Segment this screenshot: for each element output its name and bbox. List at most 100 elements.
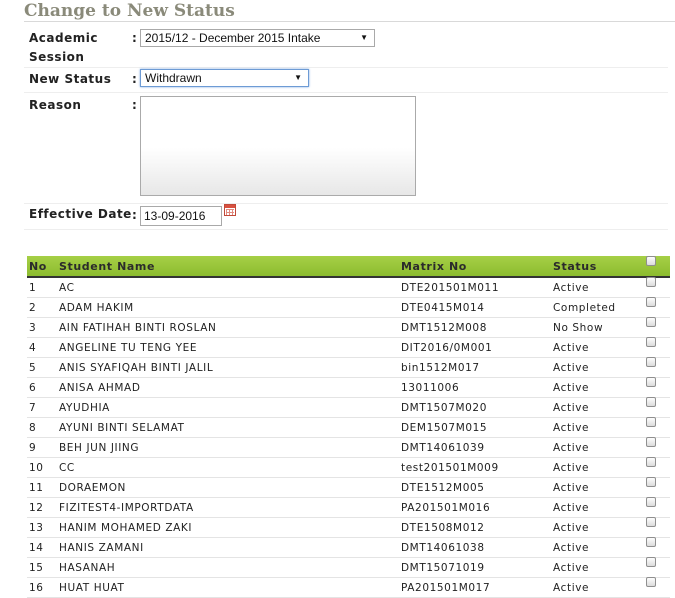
row-status: No Show: [553, 317, 645, 338]
row-no: 1: [27, 277, 59, 298]
row-checkbox[interactable]: [646, 577, 656, 587]
row-matrix-no: PA201501M016: [401, 497, 553, 518]
row-no: 2: [27, 297, 59, 318]
row-student-name: AYUDHIA: [59, 397, 401, 418]
row-matrix-no: DTE1512M005: [401, 477, 553, 498]
row-student-name: ADAM HAKIM: [59, 297, 401, 318]
row-matrix-no: bin1512M017: [401, 357, 553, 378]
header-matrix-no: Matrix No: [401, 256, 553, 278]
academic-session-select[interactable]: 2015/12 - December 2015 Intake ▼: [140, 29, 375, 47]
row-status: Active: [553, 577, 645, 598]
row-select-cell: [645, 417, 670, 438]
row-select-cell: [645, 497, 670, 518]
table-row: 6 ANISA AHMAD 13011006 Active: [27, 377, 670, 398]
row-status: Active: [553, 557, 645, 578]
row-no: 6: [27, 377, 59, 398]
row-select-cell: [645, 517, 670, 538]
table-row: 14 HANIS ZAMANI DMT14061038 Active: [27, 537, 670, 558]
row-student-name: AC: [59, 277, 401, 298]
dropdown-arrow-icon: ▼: [360, 33, 368, 42]
select-all-checkbox[interactable]: [646, 255, 656, 266]
row-student-name: AIN FATIHAH BINTI ROSLAN: [59, 317, 401, 338]
row-student-name: ANISA AHMAD: [59, 377, 401, 398]
row-select-cell: [645, 437, 670, 458]
academic-session-value: 2015/12 - December 2015 Intake: [145, 31, 321, 45]
effective-date-input[interactable]: 13-09-2016: [140, 206, 222, 226]
row-student-name: FIZITEST4-IMPORTDATA: [59, 497, 401, 518]
row-matrix-no: DMT15071019: [401, 557, 553, 578]
row-checkbox[interactable]: [646, 317, 656, 327]
header-select-all: [645, 255, 670, 278]
row-select-cell: [645, 477, 670, 498]
colon: :: [132, 72, 137, 86]
effective-date-row: Effective Date : 13-09-2016: [24, 204, 668, 230]
row-checkbox[interactable]: [646, 417, 656, 427]
row-matrix-no: DMT14061038: [401, 537, 553, 558]
student-table: No Student Name Matrix No Status 1 AC DTE2…: [27, 255, 670, 598]
table-row: 16 HUAT HUAT PA201501M017 Active: [27, 577, 670, 598]
row-select-cell: [645, 337, 670, 358]
row-status: Active: [553, 497, 645, 518]
row-checkbox[interactable]: [646, 517, 656, 527]
row-matrix-no: DTE0415M014: [401, 297, 553, 318]
calendar-icon[interactable]: [224, 204, 236, 216]
row-checkbox[interactable]: [646, 497, 656, 507]
row-checkbox[interactable]: [646, 277, 656, 287]
colon: :: [132, 208, 137, 222]
table-row: 8 AYUNI BINTI SELAMAT DEM1507M015 Active: [27, 417, 670, 438]
row-status: Active: [553, 477, 645, 498]
row-select-cell: [645, 277, 670, 298]
row-matrix-no: DMT1507M020: [401, 397, 553, 418]
row-select-cell: [645, 297, 670, 318]
table-row: 1 AC DTE201501M011 Active: [27, 277, 670, 298]
row-select-cell: [645, 577, 670, 598]
row-student-name: AYUNI BINTI SELAMAT: [59, 417, 401, 438]
new-status-label: New Status: [29, 72, 112, 86]
new-status-value: Withdrawn: [145, 71, 202, 85]
row-status: Active: [553, 457, 645, 478]
header-no: No: [27, 256, 59, 278]
row-matrix-no: 13011006: [401, 377, 553, 398]
row-no: 4: [27, 337, 59, 358]
row-student-name: ANIS SYAFIQAH BINTI JALIL: [59, 357, 401, 378]
reason-textarea[interactable]: [140, 96, 416, 196]
new-status-row: New Status : Withdrawn ▼: [24, 68, 668, 93]
table-row: 3 AIN FATIHAH BINTI ROSLAN DMT1512M008 No S…: [27, 317, 670, 338]
dropdown-arrow-icon: ▼: [294, 73, 302, 82]
row-matrix-no: DMT1512M008: [401, 317, 553, 338]
row-select-cell: [645, 377, 670, 398]
row-checkbox[interactable]: [646, 377, 656, 387]
row-checkbox[interactable]: [646, 437, 656, 447]
row-no: 12: [27, 497, 59, 518]
row-student-name: CC: [59, 457, 401, 478]
new-status-select[interactable]: Withdrawn ▼: [140, 69, 309, 87]
row-matrix-no: DTE201501M011: [401, 277, 553, 298]
table-row: 13 HANIM MOHAMED ZAKI DTE1508M012 Active: [27, 517, 670, 538]
row-checkbox[interactable]: [646, 357, 656, 367]
row-checkbox[interactable]: [646, 537, 656, 547]
row-select-cell: [645, 537, 670, 558]
row-matrix-no: DTE1508M012: [401, 517, 553, 538]
row-status: Active: [553, 437, 645, 458]
row-checkbox[interactable]: [646, 397, 656, 407]
table-row: 12 FIZITEST4-IMPORTDATA PA201501M016 Active: [27, 497, 670, 518]
row-no: 5: [27, 357, 59, 378]
row-no: 10: [27, 457, 59, 478]
row-select-cell: [645, 397, 670, 418]
row-student-name: ANGELINE TU TENG YEE: [59, 337, 401, 358]
academic-session-row: Academic Session : 2015/12 - December 20…: [24, 27, 668, 68]
row-no: 16: [27, 577, 59, 598]
row-checkbox[interactable]: [646, 337, 656, 347]
row-no: 3: [27, 317, 59, 338]
row-checkbox[interactable]: [646, 477, 656, 487]
table-row: 15 HASANAH DMT15071019 Active: [27, 557, 670, 578]
row-status: Active: [553, 337, 645, 358]
row-no: 9: [27, 437, 59, 458]
row-status: Active: [553, 537, 645, 558]
table-row: 4 ANGELINE TU TENG YEE DIT2016/0M001 Active: [27, 337, 670, 358]
row-no: 8: [27, 417, 59, 438]
row-checkbox[interactable]: [646, 297, 656, 307]
row-checkbox[interactable]: [646, 457, 656, 467]
row-status: Active: [553, 377, 645, 398]
row-checkbox[interactable]: [646, 557, 656, 567]
